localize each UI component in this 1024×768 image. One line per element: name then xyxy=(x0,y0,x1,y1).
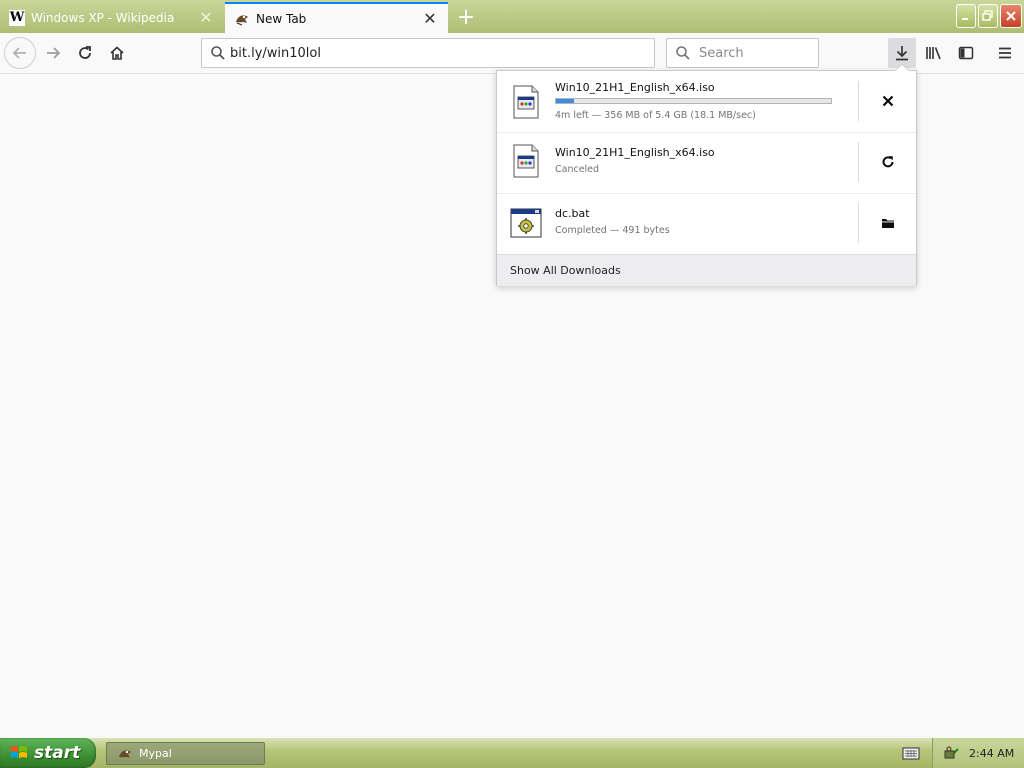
search-icon xyxy=(211,46,225,60)
tab-windows-xp-wikipedia[interactable]: W Windows XP - Wikipedia ✕ xyxy=(0,2,224,33)
sidebar-button[interactable] xyxy=(952,38,980,68)
tab-strip: W Windows XP - Wikipedia ✕ New Tab ✕ + xyxy=(0,0,1024,33)
home-icon xyxy=(110,46,124,60)
new-tab-button[interactable]: + xyxy=(452,4,480,30)
restore-icon xyxy=(982,10,993,21)
start-label: start xyxy=(34,743,81,763)
open-folder-button[interactable] xyxy=(871,206,905,240)
system-tray: 2:44 AM xyxy=(932,738,1024,768)
download-item[interactable]: dc.bat Completed — 491 bytes xyxy=(497,193,916,255)
wikipedia-w-icon: W xyxy=(9,9,25,26)
back-arrow-icon xyxy=(12,47,26,59)
library-button[interactable] xyxy=(920,38,948,68)
tab-close-icon[interactable]: ✕ xyxy=(420,9,440,29)
download-arrow-icon xyxy=(896,46,908,61)
taskbar-item-mypal[interactable]: Mypal xyxy=(106,742,265,765)
cancel-icon xyxy=(882,95,894,107)
download-status: Completed — 491 bytes xyxy=(555,225,670,236)
reload-icon xyxy=(79,46,91,59)
downloads-panel: Win10_21H1_English_x64.iso 4m left — 356… xyxy=(496,70,917,286)
menu-button[interactable] xyxy=(991,38,1019,68)
download-item[interactable]: Win10_21H1_English_x64.iso 4m left — 356… xyxy=(497,71,916,133)
navigation-toolbar: bit.ly/win10lol xyxy=(0,33,1024,74)
tab-title: New Tab xyxy=(256,11,307,26)
start-button[interactable]: start xyxy=(0,738,96,768)
hamburger-menu-icon xyxy=(999,47,1011,59)
search-input[interactable] xyxy=(697,44,811,62)
panel-arrow-inner xyxy=(895,65,909,71)
download-filename: Win10_21H1_English_x64.iso xyxy=(555,81,715,94)
mypal-icon xyxy=(234,11,250,27)
clock: 2:44 AM xyxy=(969,746,1015,760)
download-status: Canceled xyxy=(555,164,600,175)
library-icon xyxy=(926,47,941,60)
forward-button[interactable] xyxy=(37,37,69,69)
cancel-download-button[interactable] xyxy=(871,84,905,118)
retry-download-button[interactable] xyxy=(871,145,905,179)
back-button[interactable] xyxy=(4,37,36,69)
minimize-button[interactable] xyxy=(956,4,976,28)
iso-file-icon xyxy=(513,85,539,119)
tab-title: Windows XP - Wikipedia xyxy=(31,10,175,25)
reload-button[interactable] xyxy=(69,37,101,69)
retry-icon xyxy=(882,156,894,168)
mypal-icon xyxy=(119,749,131,758)
sidebar-icon xyxy=(958,46,974,60)
divider xyxy=(858,142,859,182)
batch-file-icon xyxy=(510,208,542,238)
windows-logo-icon xyxy=(11,746,27,758)
forward-arrow-icon xyxy=(47,47,61,59)
download-status: 4m left — 356 MB of 5.4 GB (18.1 MB/sec) xyxy=(555,110,756,121)
tab-new-tab[interactable]: New Tab ✕ xyxy=(225,2,448,33)
taskbar: start Mypal 2:44 AM xyxy=(0,738,1024,768)
download-filename: dc.bat xyxy=(555,207,590,220)
close-window-button[interactable] xyxy=(1000,4,1022,28)
show-all-downloads-label: Show All Downloads xyxy=(510,264,621,277)
tab-close-icon[interactable]: ✕ xyxy=(196,8,216,28)
url-bar[interactable]: bit.ly/win10lol xyxy=(201,38,655,68)
home-button[interactable] xyxy=(101,37,133,69)
safely-remove-hardware-icon[interactable] xyxy=(943,745,959,761)
divider xyxy=(858,81,859,121)
restore-button[interactable] xyxy=(978,4,998,28)
download-progress-fill xyxy=(556,99,575,103)
url-text[interactable]: bit.ly/win10lol xyxy=(230,46,321,61)
iso-file-icon xyxy=(513,144,539,178)
search-bar[interactable] xyxy=(666,38,819,68)
taskbar-item-label: Mypal xyxy=(139,747,172,760)
divider xyxy=(858,203,859,243)
open-folder-icon xyxy=(882,219,894,228)
close-icon xyxy=(1006,11,1016,21)
plus-icon: + xyxy=(456,4,476,30)
keyboard-icon[interactable] xyxy=(902,745,920,761)
search-icon xyxy=(676,46,690,60)
minimize-icon xyxy=(962,18,968,20)
download-progress-bar xyxy=(555,98,832,104)
download-item[interactable]: Win10_21H1_English_x64.iso Canceled xyxy=(497,132,916,194)
show-all-downloads-button[interactable]: Show All Downloads xyxy=(497,254,916,286)
download-filename: Win10_21H1_English_x64.iso xyxy=(555,146,715,159)
